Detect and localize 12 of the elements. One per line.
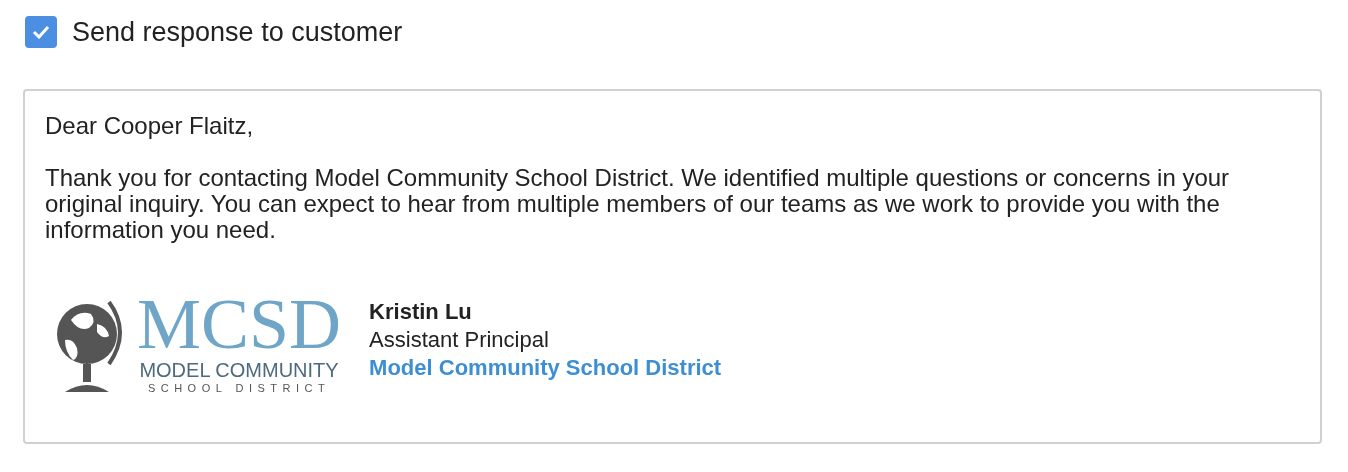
signature-organization: Model Community School District (369, 354, 722, 382)
checkbox-label: Send response to customer (72, 16, 403, 48)
body-paragraph: Thank you for contacting Model Community School District. We identified multiple questions or concerns in your original inquiry. You can expect to hear from multiple members of our teams as we work to provide you with the information you need. (45, 165, 1231, 243)
check-icon (32, 25, 50, 39)
logo-subtext: SCHOOL DISTRICT (147, 381, 331, 395)
checkbox[interactable] (25, 16, 57, 48)
signature-title: Assistant Principal (369, 326, 549, 354)
logo-initials: MCSD (137, 293, 342, 355)
logo-text: MODEL COMMUNITY (139, 359, 339, 381)
signature-name: Kristin Lu (369, 298, 472, 326)
greeting-text: Dear Cooper Flaitz, (45, 113, 255, 139)
message-box[interactable] (23, 89, 1322, 444)
